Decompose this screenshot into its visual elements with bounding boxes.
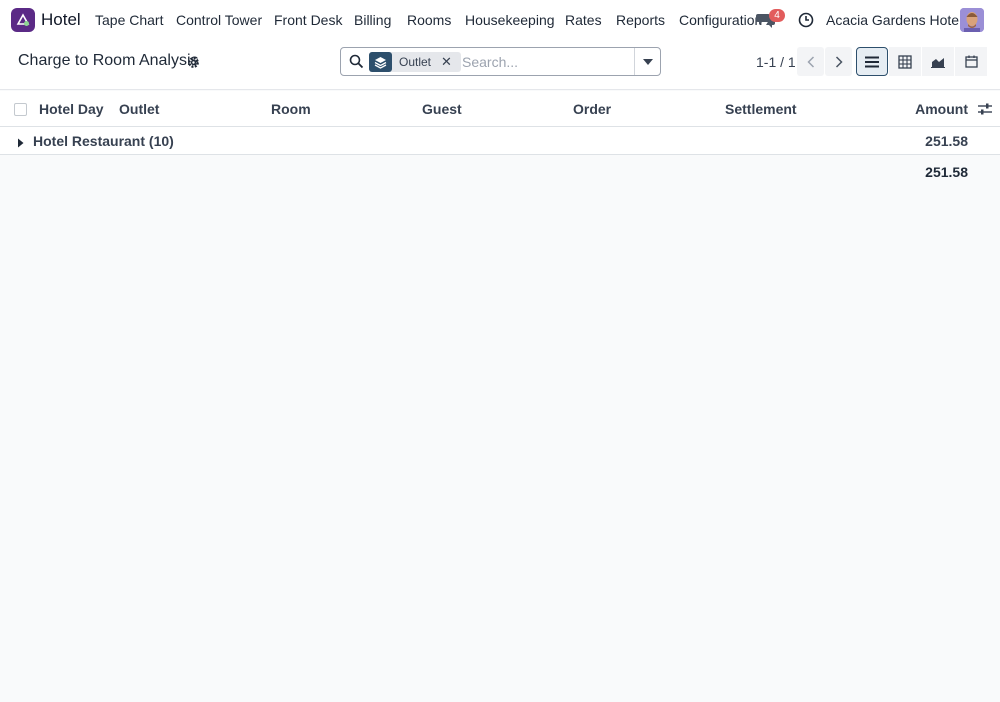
view-pivot-button[interactable] [889,47,921,76]
sliders-icon[interactable] [978,102,992,116]
menu-item-reports[interactable]: Reports [616,12,665,28]
control-panel: Charge to Room Analysis Outlet ✕ Search.… [0,40,1000,90]
group-amount: 251.58 [925,133,968,149]
table-header: Hotel Day Outlet Room Guest Order Settle… [0,91,1000,127]
menu-item-front-desk[interactable]: Front Desk [274,12,342,28]
messages-badge: 4 [769,9,785,22]
view-list-button[interactable] [856,47,888,76]
close-icon[interactable]: ✕ [441,54,452,70]
search-facet-outlet: Outlet ✕ [369,52,461,72]
view-graph-button[interactable] [922,47,954,76]
avatar[interactable] [960,8,984,32]
pager-next-button[interactable] [825,47,852,76]
pager-previous-button[interactable] [797,47,824,76]
menu-item-control-tower[interactable]: Control Tower [176,12,262,28]
pivot-view-icon [898,54,912,69]
main-menu: Tape Chart Control Tower Front Desk Bill… [0,0,762,40]
total-amount: 251.58 [925,164,968,180]
column-header-order[interactable]: Order [573,101,611,117]
column-header-guest[interactable]: Guest [422,101,462,117]
column-header-hotel-day[interactable]: Hotel Day [39,101,104,117]
menu-item-tape-chart[interactable]: Tape Chart [95,12,163,28]
menu-item-rooms[interactable]: Rooms [407,12,451,28]
select-all-checkbox[interactable] [14,103,27,116]
gear-icon[interactable] [187,56,200,69]
search-bar: Outlet ✕ [340,47,661,76]
calendar-icon [964,55,978,68]
search-input[interactable] [462,52,630,72]
caret-right-icon [17,135,25,148]
view-calendar-button[interactable] [955,47,987,76]
menu-item-rates[interactable]: Rates [565,12,602,28]
area-chart-icon [931,57,945,68]
group-row[interactable]: Hotel Restaurant (10) 251.58 [0,127,1000,155]
column-header-outlet[interactable]: Outlet [119,101,159,117]
group-label: Hotel Restaurant (10) [33,133,174,149]
table-footer: 251.58 [0,155,1000,189]
company-switcher[interactable]: Acacia Gardens Hotel [826,12,962,28]
layers-icon [369,52,392,72]
chevron-left-icon [806,55,814,68]
list-view-icon [865,56,879,67]
menu-item-billing[interactable]: Billing [354,12,391,28]
pager-value[interactable]: 1-1 / 1 [756,54,796,70]
search-icon[interactable] [349,54,364,69]
caret-down-icon [642,58,653,65]
column-header-amount[interactable]: Amount [915,101,968,117]
page-title: Charge to Room Analysis [18,52,199,69]
column-header-room[interactable]: Room [271,101,311,117]
menu-item-housekeeping[interactable]: Housekeeping [465,12,555,28]
search-options-toggle[interactable] [634,48,660,75]
clock-icon[interactable] [797,11,815,29]
column-header-settlement[interactable]: Settlement [725,101,797,117]
facet-label: Outlet [399,55,432,69]
menu-item-configuration[interactable]: Configuration [679,12,762,28]
top-navbar: Hotel Tape Chart Control Tower Front Des… [0,0,1000,40]
chevron-right-icon [835,55,843,68]
